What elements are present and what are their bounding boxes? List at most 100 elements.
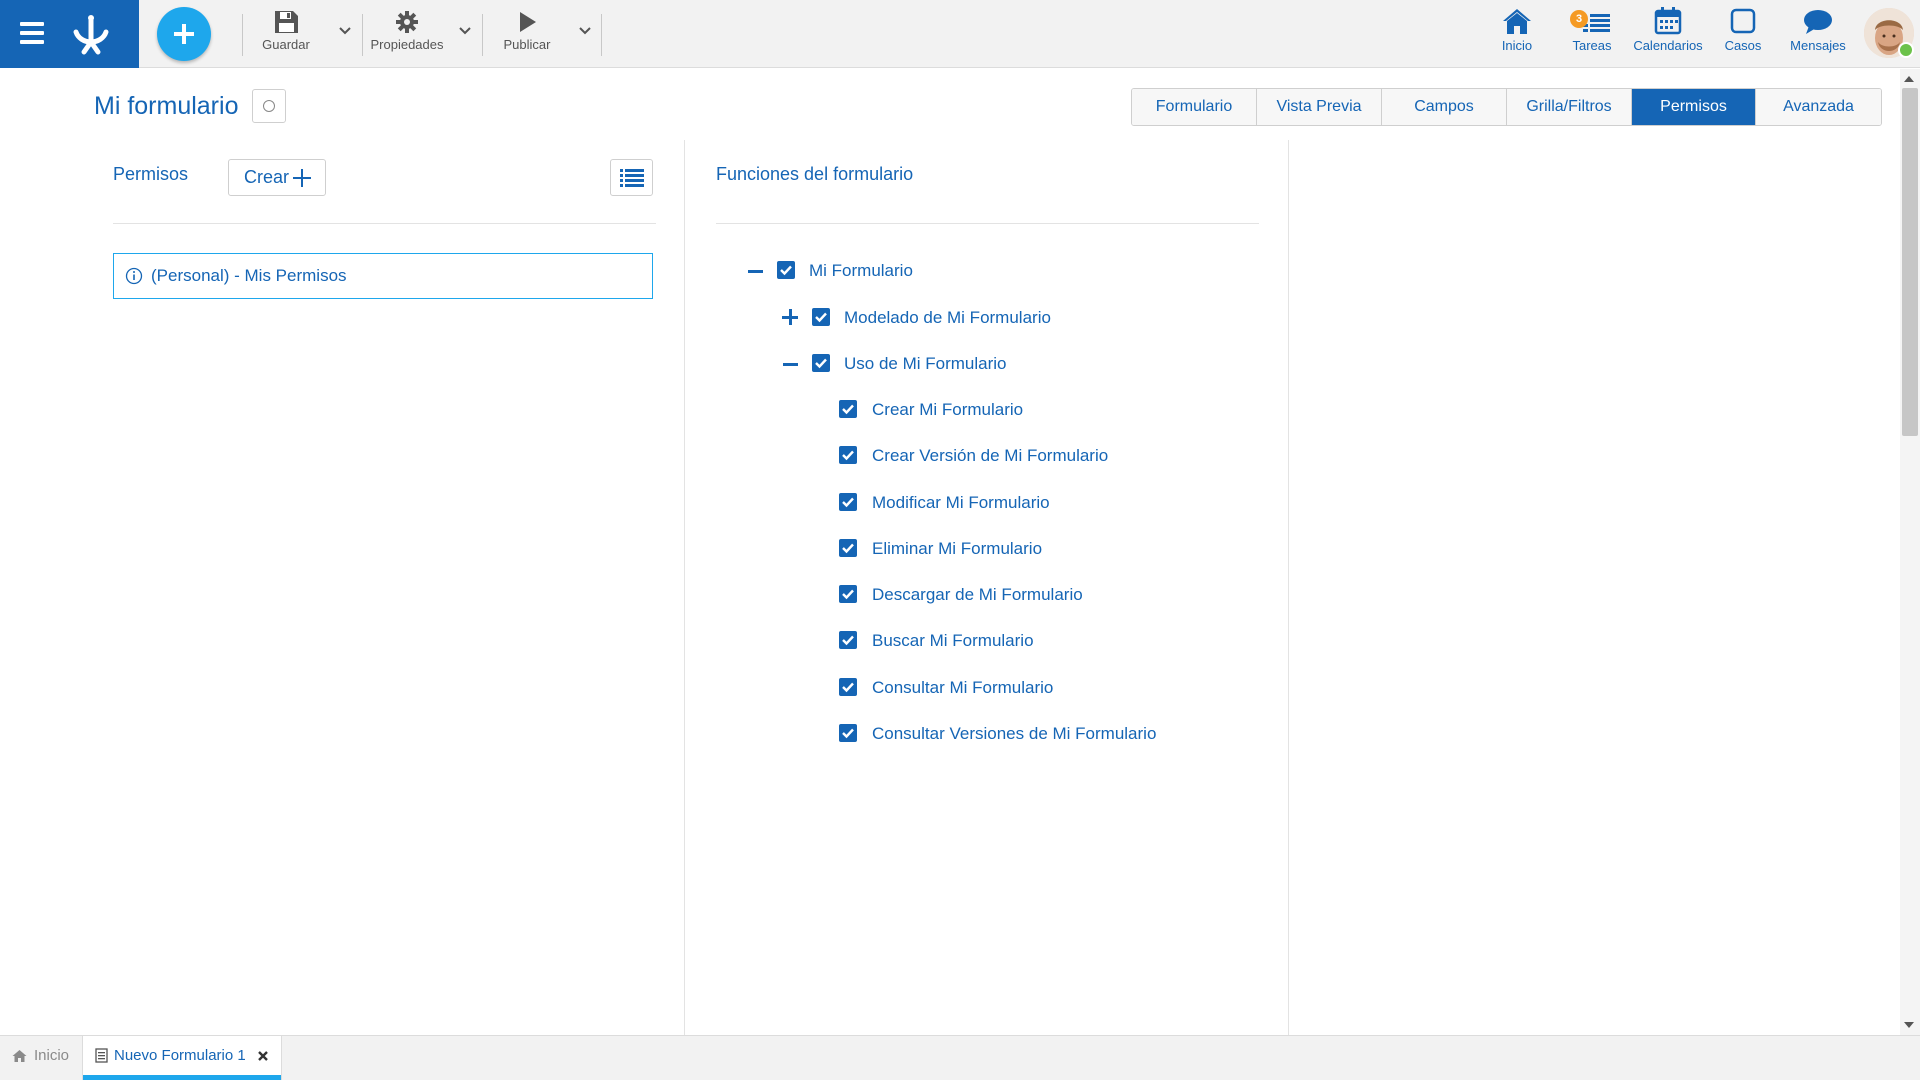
app-logo-icon[interactable] bbox=[68, 12, 114, 56]
properties-chevron-down-icon[interactable] bbox=[458, 26, 472, 36]
tree-node-label: Descargar de Mi Formulario bbox=[872, 585, 1083, 604]
nav-tasks-label: Tareas bbox=[1572, 38, 1612, 53]
functions-title: Funciones del formulario bbox=[716, 164, 914, 184]
toolbar-separator bbox=[242, 14, 243, 56]
checkbox[interactable] bbox=[777, 261, 795, 279]
nav-messages[interactable]: Mensajes bbox=[1786, 6, 1850, 53]
tree-node-label: Crear Mi Formulario bbox=[872, 400, 1024, 419]
save-chevron-down-icon[interactable] bbox=[338, 26, 352, 36]
checkmark-icon bbox=[815, 358, 827, 369]
checkbox[interactable] bbox=[839, 631, 857, 649]
checkbox[interactable] bbox=[812, 354, 830, 372]
scrollbar-thumb[interactable] bbox=[1902, 88, 1918, 436]
document-icon bbox=[95, 1048, 108, 1063]
tree-node-label: Uso de Mi Formulario bbox=[844, 354, 1007, 373]
tree-node-label: Buscar Mi Formulario bbox=[872, 631, 1034, 650]
collapse-icon[interactable] bbox=[748, 263, 764, 279]
house-icon bbox=[1503, 9, 1531, 34]
properties-button[interactable]: Propiedades bbox=[367, 10, 447, 52]
online-status-indicator bbox=[1898, 42, 1914, 58]
hamburger-icon[interactable] bbox=[20, 22, 44, 44]
checkbox[interactable] bbox=[839, 724, 857, 742]
nav-calendars-label: Calendarios bbox=[1633, 38, 1703, 53]
info-icon bbox=[125, 267, 143, 285]
checkbox[interactable] bbox=[839, 493, 857, 511]
status-toggle-button[interactable] bbox=[252, 89, 286, 123]
checkmark-icon bbox=[842, 682, 854, 693]
plus-icon bbox=[293, 169, 311, 187]
toolbar-separator bbox=[601, 14, 602, 56]
collapse-icon[interactable] bbox=[783, 356, 799, 372]
checkbox[interactable] bbox=[839, 539, 857, 557]
square-icon bbox=[1730, 8, 1756, 34]
bottom-tab-home[interactable]: Inicio bbox=[12, 1036, 69, 1080]
tab-permisos[interactable]: Permisos bbox=[1632, 89, 1756, 125]
checkbox[interactable] bbox=[839, 446, 857, 464]
section-tabs: Formulario Vista Previa Campos Grilla/Fi… bbox=[1131, 88, 1882, 126]
tab-avanzada[interactable]: Avanzada bbox=[1756, 89, 1881, 125]
save-button[interactable]: Guardar bbox=[260, 10, 312, 52]
checkbox[interactable] bbox=[839, 585, 857, 603]
nav-home[interactable]: Inicio bbox=[1494, 6, 1540, 53]
circle-icon bbox=[263, 100, 275, 112]
tree-node-label: Consultar Versiones de Mi Formulario bbox=[872, 724, 1157, 743]
top-toolbar: Guardar Propiedades Publicar Inicio 3 Ta… bbox=[0, 0, 1920, 68]
nav-messages-label: Mensajes bbox=[1790, 38, 1846, 53]
panel-divider bbox=[684, 140, 685, 1035]
checkmark-icon bbox=[780, 265, 792, 276]
gear-icon bbox=[396, 11, 418, 33]
checkmark-icon bbox=[842, 589, 854, 600]
nav-cases-label: Casos bbox=[1724, 38, 1762, 53]
expand-icon[interactable] bbox=[782, 309, 798, 325]
save-label: Guardar bbox=[262, 37, 310, 52]
list-view-button[interactable] bbox=[610, 159, 653, 196]
checkmark-icon bbox=[842, 450, 854, 461]
checkmark-icon bbox=[842, 728, 854, 739]
list-item[interactable]: (Personal) - Mis Permisos bbox=[113, 253, 653, 299]
tasks-badge: 3 bbox=[1570, 10, 1588, 28]
tree-node-label: Consultar Mi Formulario bbox=[872, 678, 1054, 697]
calendar-icon bbox=[1654, 7, 1682, 35]
bottom-tab-label: Nuevo Formulario 1 bbox=[114, 1047, 246, 1064]
publish-button[interactable]: Publicar bbox=[499, 10, 555, 52]
tab-vista-previa[interactable]: Vista Previa bbox=[1257, 89, 1382, 125]
floppy-disk-icon bbox=[275, 11, 298, 33]
scroll-down-arrow-icon[interactable] bbox=[1904, 1022, 1914, 1028]
tab-campos[interactable]: Campos bbox=[1382, 89, 1507, 125]
toolbar-separator bbox=[482, 14, 483, 56]
properties-label: Propiedades bbox=[370, 37, 444, 52]
tree-node-label: Modelado de Mi Formulario bbox=[844, 308, 1051, 327]
tree-node-label: Mi Formulario bbox=[809, 261, 913, 280]
permission-item-label: (Personal) - Mis Permisos bbox=[151, 266, 347, 285]
toolbar-separator bbox=[362, 14, 363, 56]
tab-formulario[interactable]: Formulario bbox=[1132, 89, 1257, 125]
panel-divider bbox=[1288, 140, 1289, 1035]
checkbox[interactable] bbox=[839, 678, 857, 696]
nav-cases[interactable]: Casos bbox=[1720, 6, 1766, 53]
tree-node-label: Eliminar Mi Formulario bbox=[872, 539, 1043, 558]
checkmark-icon bbox=[815, 312, 827, 323]
checkmark-icon bbox=[842, 543, 854, 554]
nav-home-label: Inicio bbox=[1501, 38, 1533, 53]
brand-area bbox=[0, 0, 139, 68]
checkbox[interactable] bbox=[812, 308, 830, 326]
bottom-tab-home-label: Inicio bbox=[34, 1047, 70, 1064]
tree-node-label: Crear Versión de Mi Formulario bbox=[872, 446, 1109, 465]
checkmark-icon bbox=[842, 635, 854, 646]
active-tab-indicator bbox=[83, 1075, 281, 1080]
scroll-up-arrow-icon[interactable] bbox=[1904, 76, 1914, 82]
tab-grilla-filtros[interactable]: Grilla/Filtros bbox=[1507, 89, 1632, 125]
nav-calendars[interactable]: Calendarios bbox=[1630, 6, 1706, 53]
bottom-tab-nuevo-formulario[interactable]: Nuevo Formulario 1 bbox=[82, 1036, 282, 1080]
checkmark-icon bbox=[842, 497, 854, 508]
chat-bubble-icon bbox=[1804, 10, 1832, 34]
checkmark-icon bbox=[842, 404, 854, 415]
publish-chevron-down-icon[interactable] bbox=[578, 26, 592, 36]
create-label: Crear bbox=[244, 167, 290, 187]
checkbox[interactable] bbox=[839, 400, 857, 418]
close-icon[interactable] bbox=[257, 1050, 269, 1062]
new-item-button[interactable] bbox=[157, 7, 211, 61]
create-permission-button[interactable]: Crear bbox=[228, 159, 326, 196]
nav-tasks[interactable]: 3 Tareas bbox=[1566, 6, 1618, 53]
permissions-title: Permisos bbox=[113, 164, 189, 184]
